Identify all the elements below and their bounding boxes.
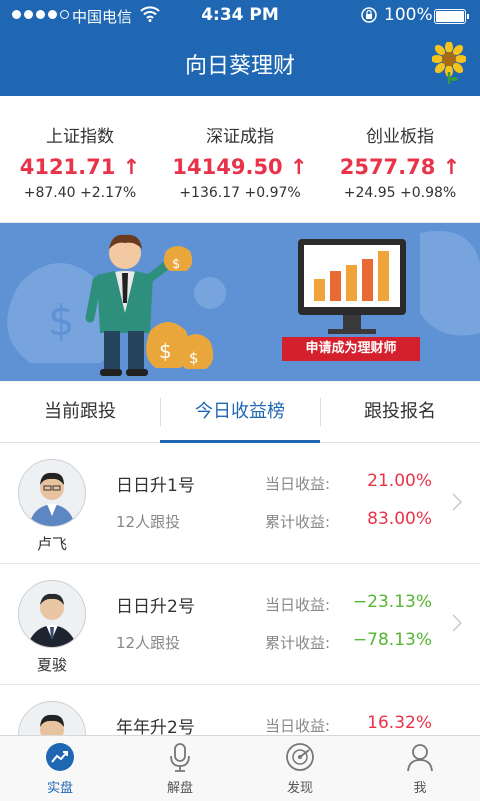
tab-label: 实盘 xyxy=(46,781,73,796)
today-return-value: −23.13% xyxy=(352,592,432,612)
product-name: 日日升1号 xyxy=(116,476,195,496)
today-return-value: 21.00% xyxy=(367,471,432,491)
app-header: 中国电信 4:34 PM 100% 向日葵理财 xyxy=(0,0,480,96)
index-name: 创业板指 xyxy=(366,127,434,147)
ranking-tabs: 当前跟投 今日收益榜 跟投报名 xyxy=(0,382,480,443)
chevron-right-icon xyxy=(452,493,462,511)
rotation-lock-icon xyxy=(361,7,377,23)
index-change: +24.95 +0.98% xyxy=(343,185,457,201)
product-name: 年年升2号 xyxy=(116,718,195,735)
avatar xyxy=(18,459,86,527)
tab-shipan[interactable]: 实盘 xyxy=(0,736,120,801)
index-value: 4121.71 ↑ xyxy=(19,155,141,179)
svg-text:$: $ xyxy=(189,349,199,367)
list-item[interactable]: 年年升2号 当日收益: 16.32% xyxy=(0,685,480,735)
tab-label: 解盘 xyxy=(166,781,193,796)
svg-text:$: $ xyxy=(159,339,172,363)
index-value: 14149.50 ↑ xyxy=(172,155,308,179)
index-cy[interactable]: 创业板指 2577.78 ↑ +24.95 +0.98% xyxy=(320,96,480,201)
follower-count: 12人跟投 xyxy=(116,634,181,652)
list-item[interactable]: 卢飞 日日升1号 12人跟投 当日收益: 累计收益: 21.00% 83.00% xyxy=(0,443,480,564)
index-sh[interactable]: 上证指数 4121.71 ↑ +87.40 +2.17% xyxy=(0,96,160,201)
index-change: +136.17 +0.97% xyxy=(179,185,301,201)
index-name: 上证指数 xyxy=(46,127,114,147)
market-indices: 上证指数 4121.71 ↑ +87.40 +2.17% 深证成指 14149.… xyxy=(0,96,480,223)
sunflower-logo-icon[interactable] xyxy=(432,42,466,84)
avatar xyxy=(18,701,86,735)
svg-text:$: $ xyxy=(172,257,180,272)
index-change: +87.40 +2.17% xyxy=(23,185,137,201)
ranking-list: 卢飞 日日升1号 12人跟投 当日收益: 累计收益: 21.00% 83.00%… xyxy=(0,443,480,735)
status-bar: 中国电信 4:34 PM 100% xyxy=(0,0,480,32)
radar-icon xyxy=(286,743,314,771)
user-icon xyxy=(407,744,433,772)
advisor-name: 卢飞 xyxy=(36,535,67,553)
bottom-tab-bar: 实盘 解盘 发现 我 xyxy=(0,735,480,801)
promo-banner[interactable]: $ $ $ $ 申请成为理财师 xyxy=(0,223,480,381)
tab-today-ranking[interactable]: 今日收益榜 xyxy=(160,382,320,442)
index-sz[interactable]: 深证成指 14149.50 ↑ +136.17 +0.97% xyxy=(160,96,320,201)
battery-percent: 100% xyxy=(384,5,433,25)
trend-chart-icon xyxy=(46,743,74,771)
tab-label: 发现 xyxy=(286,781,313,796)
index-value: 2577.78 ↑ xyxy=(339,155,461,179)
avatar xyxy=(18,580,86,648)
follower-count: 12人跟投 xyxy=(116,513,181,531)
today-return-value: 16.32% xyxy=(367,713,432,733)
total-return-value: 83.00% xyxy=(367,509,432,529)
product-name: 日日升2号 xyxy=(116,597,195,617)
tab-follow-signup[interactable]: 跟投报名 xyxy=(320,382,480,442)
total-return-value: −78.13% xyxy=(352,630,432,650)
advisor-name: 夏骏 xyxy=(36,656,67,674)
list-item[interactable]: 夏骏 日日升2号 12人跟投 当日收益: 累计收益: −23.13% −78.1… xyxy=(0,564,480,685)
chevron-right-icon xyxy=(452,614,462,632)
page-title: 向日葵理财 xyxy=(184,54,295,79)
index-name: 深证成指 xyxy=(206,127,274,147)
tab-me[interactable]: 我 xyxy=(360,736,480,801)
microphone-icon xyxy=(170,743,190,772)
apply-advisor-button[interactable]: 申请成为理财师 xyxy=(282,337,420,361)
svg-text:$: $ xyxy=(48,296,75,345)
tab-jiepan[interactable]: 解盘 xyxy=(120,736,240,801)
battery-icon xyxy=(434,9,469,24)
tab-label: 我 xyxy=(413,781,427,796)
tab-discover[interactable]: 发现 xyxy=(240,736,360,801)
tab-current-follow[interactable]: 当前跟投 xyxy=(0,382,160,442)
